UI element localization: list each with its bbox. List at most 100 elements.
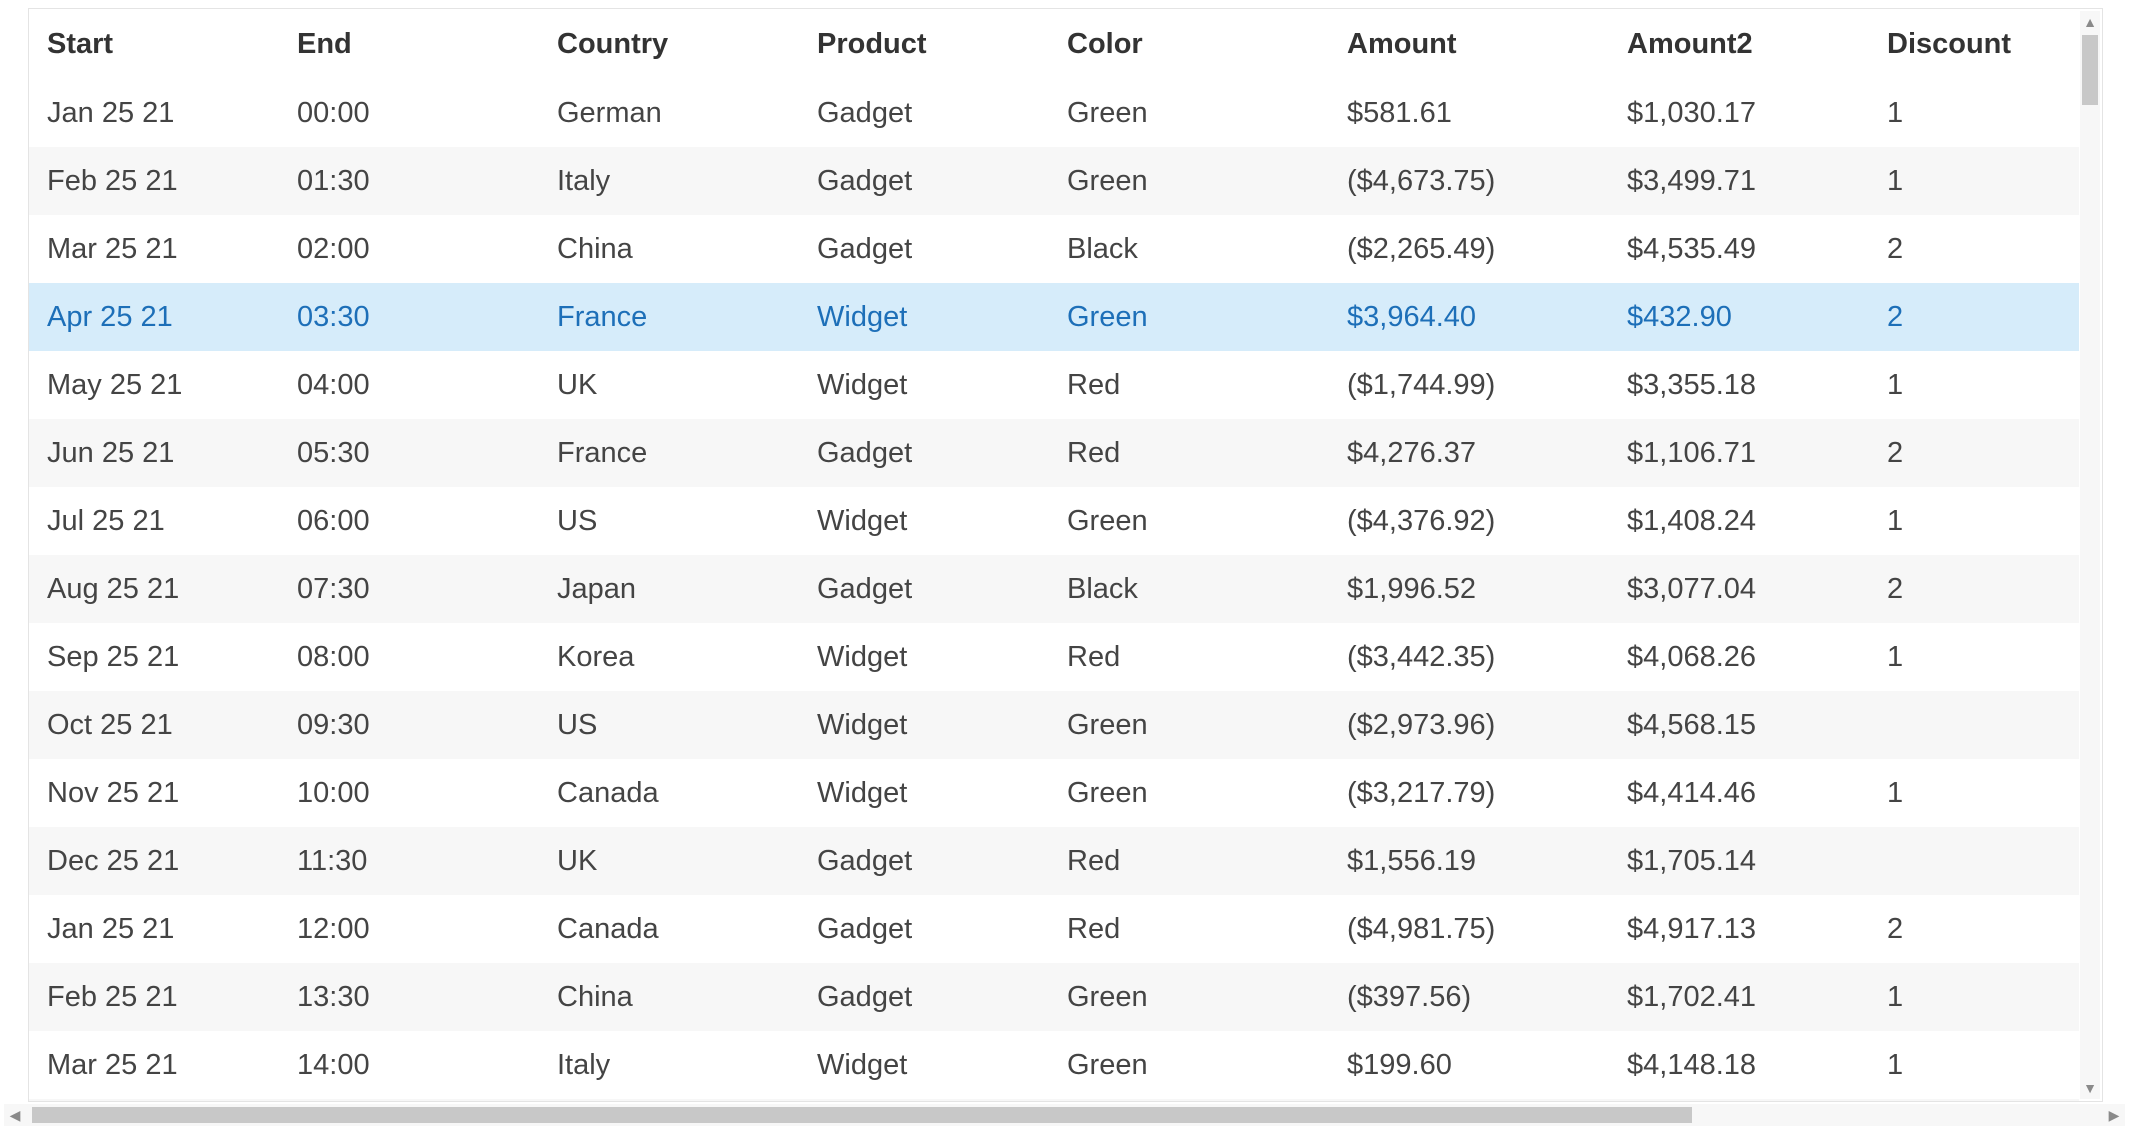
cell-discount[interactable]: 1 [1869, 147, 2079, 215]
cell-color[interactable]: Red [1049, 419, 1329, 487]
cell-end[interactable]: 09:30 [279, 691, 539, 759]
scroll-right-arrow-icon[interactable]: ▶ [2103, 1104, 2125, 1126]
cell-country[interactable]: Italy [539, 147, 799, 215]
cell-color[interactable]: Red [1049, 827, 1329, 895]
cell-amount2[interactable]: $1,030.17 [1609, 79, 1869, 147]
cell-product[interactable]: Widget [799, 487, 1049, 555]
cell-amount[interactable]: ($4,376.92) [1329, 487, 1609, 555]
cell-start[interactable]: Jan 25 21 [29, 895, 279, 963]
cell-amount[interactable]: $4,276.37 [1329, 419, 1609, 487]
cell-color[interactable]: Green [1049, 283, 1329, 351]
cell-amount2[interactable]: $4,568.15 [1609, 691, 1869, 759]
table-row[interactable]: Jan 25 2112:00CanadaGadgetRed($4,981.75)… [29, 895, 2079, 963]
cell-amount2[interactable]: $4,148.18 [1609, 1031, 1869, 1099]
cell-country[interactable]: US [539, 691, 799, 759]
cell-country[interactable]: German [539, 79, 799, 147]
cell-amount2[interactable]: $4,068.26 [1609, 623, 1869, 691]
col-header-end[interactable]: End [279, 9, 539, 79]
cell-start[interactable]: Dec 25 21 [29, 827, 279, 895]
cell-end[interactable]: 05:30 [279, 419, 539, 487]
cell-amount[interactable]: ($176.56) [1329, 1099, 1609, 1101]
cell-amount2[interactable]: $1,408.24 [1609, 487, 1869, 555]
cell-product[interactable]: Widget [799, 691, 1049, 759]
cell-end[interactable]: 07:30 [279, 555, 539, 623]
cell-amount2[interactable]: $432.90 [1609, 283, 1869, 351]
cell-country[interactable]: China [539, 963, 799, 1031]
table-row[interactable]: May 25 2104:00UKWidgetRed($1,744.99)$3,3… [29, 351, 2079, 419]
cell-end[interactable]: 14:00 [279, 1031, 539, 1099]
cell-start[interactable]: Sep 25 21 [29, 623, 279, 691]
cell-product[interactable]: Gadget [799, 963, 1049, 1031]
cell-start[interactable]: Apr 25 21 [29, 283, 279, 351]
cell-amount2[interactable]: $4,414.46 [1609, 759, 1869, 827]
cell-start[interactable]: Oct 25 21 [29, 691, 279, 759]
cell-amount2[interactable]: $1,702.41 [1609, 963, 1869, 1031]
cell-product[interactable]: Gadget [799, 79, 1049, 147]
cell-discount[interactable]: 1 [1869, 79, 2079, 147]
cell-amount2[interactable]: $1,106.71 [1609, 419, 1869, 487]
horizontal-scrollbar[interactable]: ◀ ▶ [4, 1104, 2125, 1126]
cell-end[interactable]: 12:00 [279, 895, 539, 963]
cell-product[interactable]: Gadget [799, 419, 1049, 487]
cell-color[interactable]: Green [1049, 487, 1329, 555]
cell-end[interactable]: 02:00 [279, 215, 539, 283]
cell-amount2[interactable]: $4,917.13 [1609, 895, 1869, 963]
cell-product[interactable]: Gadget [799, 555, 1049, 623]
cell-color[interactable]: Red [1049, 895, 1329, 963]
cell-discount[interactable]: 2 [1869, 895, 2079, 963]
cell-color[interactable]: Green [1049, 1099, 1329, 1101]
cell-country[interactable]: UK [539, 351, 799, 419]
cell-amount[interactable]: ($3,217.79) [1329, 759, 1609, 827]
cell-country[interactable]: UK [539, 827, 799, 895]
table-row[interactable]: Sep 25 2108:00KoreaWidgetRed($3,442.35)$… [29, 623, 2079, 691]
vertical-scrollbar[interactable]: ▲ ▼ [2080, 11, 2100, 1099]
cell-discount[interactable]: 1 [1869, 963, 2079, 1031]
cell-amount2[interactable]: $4,535.49 [1609, 215, 1869, 283]
cell-discount[interactable]: 2 [1869, 283, 2079, 351]
cell-discount[interactable]: 2 [1869, 555, 2079, 623]
cell-country[interactable]: Canada [539, 895, 799, 963]
horizontal-scroll-thumb[interactable] [32, 1107, 1692, 1123]
table-row[interactable]: Feb 25 2113:30ChinaGadgetGreen($397.56)$… [29, 963, 2079, 1031]
cell-amount[interactable]: $3,964.40 [1329, 283, 1609, 351]
data-grid[interactable]: Start End Country Product Color Amount A… [28, 8, 2103, 1102]
table-row[interactable]: Mar 25 2102:00ChinaGadgetBlack($2,265.49… [29, 215, 2079, 283]
table-row[interactable]: Nov 25 2110:00CanadaWidgetGreen($3,217.7… [29, 759, 2079, 827]
cell-start[interactable]: Jul 25 21 [29, 487, 279, 555]
cell-product[interactable]: Widget [799, 1031, 1049, 1099]
cell-end[interactable]: 00:00 [279, 79, 539, 147]
cell-amount[interactable]: ($4,673.75) [1329, 147, 1609, 215]
cell-country[interactable]: France [539, 419, 799, 487]
cell-color[interactable]: Green [1049, 759, 1329, 827]
col-header-start[interactable]: Start [29, 9, 279, 79]
cell-start[interactable]: Apr 25 21 [29, 1099, 279, 1101]
cell-product[interactable]: Widget [799, 283, 1049, 351]
table-row[interactable]: Apr 25 2103:30FranceWidgetGreen$3,964.40… [29, 283, 2079, 351]
cell-end[interactable]: 13:30 [279, 963, 539, 1031]
cell-discount[interactable]: 1 [1869, 1099, 2079, 1101]
scroll-down-arrow-icon[interactable]: ▼ [2080, 1077, 2100, 1099]
cell-start[interactable]: Mar 25 21 [29, 1031, 279, 1099]
cell-amount2[interactable]: $3,499.71 [1609, 147, 1869, 215]
scroll-left-arrow-icon[interactable]: ◀ [4, 1104, 26, 1126]
cell-end[interactable]: 03:30 [279, 283, 539, 351]
table-row[interactable]: Dec 25 2111:30UKGadgetRed$1,556.19$1,705… [29, 827, 2079, 895]
cell-product[interactable]: Widget [799, 351, 1049, 419]
col-header-discount[interactable]: Discount [1869, 9, 2079, 79]
cell-amount2[interactable]: $3,355.18 [1609, 351, 1869, 419]
cell-start[interactable]: May 25 21 [29, 351, 279, 419]
cell-product[interactable]: Gadget [799, 1099, 1049, 1101]
cell-color[interactable]: Red [1049, 351, 1329, 419]
cell-amount[interactable]: $581.61 [1329, 79, 1609, 147]
cell-end[interactable]: 10:00 [279, 759, 539, 827]
cell-amount[interactable]: ($3,442.35) [1329, 623, 1609, 691]
cell-color[interactable]: Green [1049, 147, 1329, 215]
cell-color[interactable]: Green [1049, 79, 1329, 147]
cell-amount[interactable]: $1,996.52 [1329, 555, 1609, 623]
cell-color[interactable]: Black [1049, 555, 1329, 623]
table-row[interactable]: Jun 25 2105:30FranceGadgetRed$4,276.37$1… [29, 419, 2079, 487]
cell-discount[interactable]: 1 [1869, 351, 2079, 419]
cell-discount[interactable]: 2 [1869, 419, 2079, 487]
table-row[interactable]: Jan 25 2100:00GermanGadgetGreen$581.61$1… [29, 79, 2079, 147]
cell-start[interactable]: Feb 25 21 [29, 147, 279, 215]
